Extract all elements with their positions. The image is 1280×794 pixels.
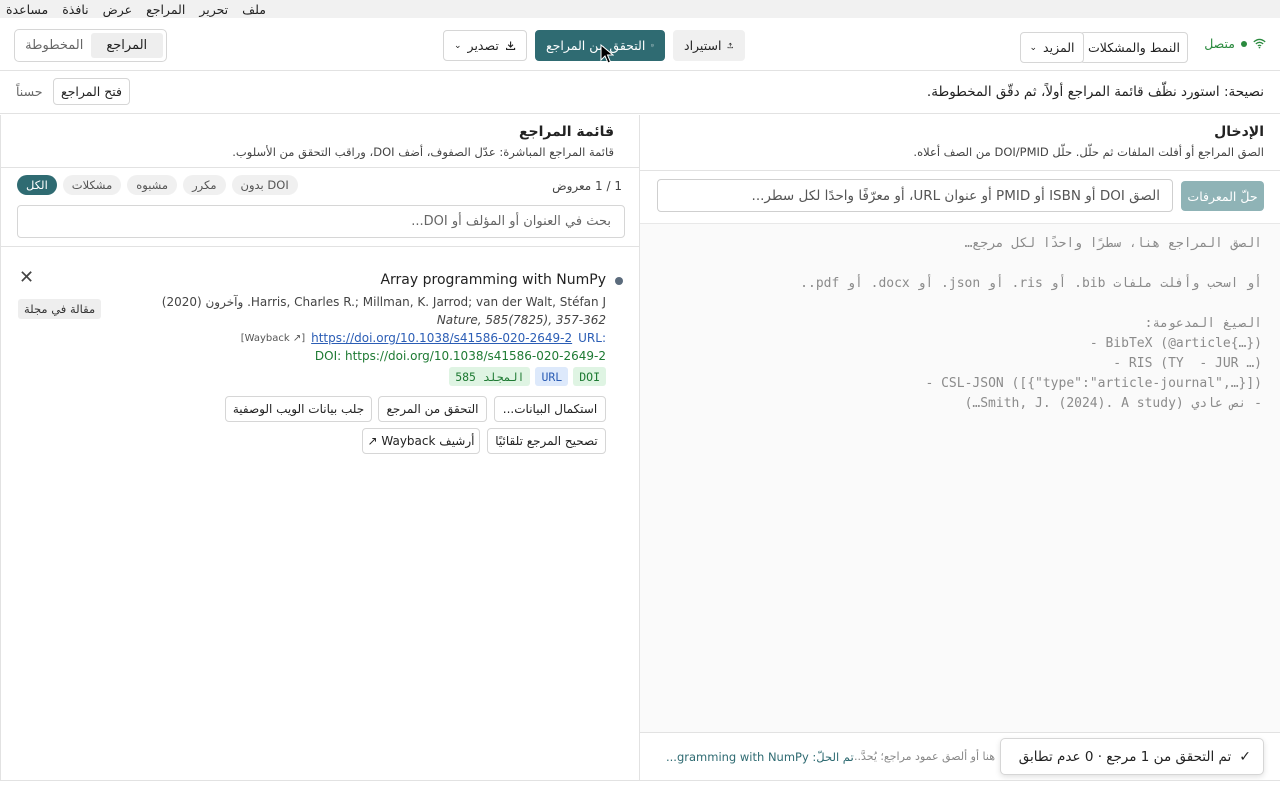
complete-data-button[interactable]: استكمال البيانات... <box>494 396 606 422</box>
references-editor[interactable]: الصق المراجع هنا، سطرًا واحدًا لكل مرجع…… <box>640 223 1280 732</box>
filter-all[interactable]: الكل <box>17 175 57 195</box>
verify-label: التحقق من المراجع <box>546 38 646 53</box>
editor-placeholder-line: - BibTeX (@article{…}) <box>1089 336 1262 351</box>
view-switcher: المراجع المخطوطة <box>14 29 167 62</box>
style-issues-label: النمط والمشكلات <box>1088 40 1180 55</box>
reference-url-row: [Wayback ↗] https://doi.org/10.1038/s415… <box>241 331 606 345</box>
reference-doi: DOI: https://doi.org/10.1038/s41586-020-… <box>314 349 606 363</box>
menu-view[interactable]: عرض <box>103 2 132 17</box>
wifi-icon <box>1253 38 1266 49</box>
menu-window[interactable]: نافذة <box>62 2 88 17</box>
editor-placeholder-line: الصق المراجع هنا، سطرًا واحدًا لكل مرجع… <box>964 236 1262 251</box>
footer-hint: هنا أو ألصق عمود مراجع؛ يُحدَّ... <box>850 750 995 763</box>
divider <box>1 246 639 247</box>
tab-references[interactable]: المراجع <box>90 33 163 58</box>
menu-edit[interactable]: تحرير <box>199 2 228 17</box>
import-label: استيراد <box>684 38 722 53</box>
export-button[interactable]: تصدير ⌄ <box>443 30 527 61</box>
editor-placeholder-line: الصيغ المدعومة: <box>1144 316 1262 331</box>
more-button[interactable]: المزيد ⌄ <box>1020 32 1084 63</box>
connection-status: متصل <box>1204 36 1266 51</box>
reference-url-link[interactable]: https://doi.org/10.1038/s41586-020-2649-… <box>311 331 572 345</box>
divider <box>1 167 639 168</box>
references-panel: قائمة المراجع قائمة المراجع المباشرة: عد… <box>0 115 640 780</box>
status-bar <box>0 780 1280 794</box>
divider <box>640 170 1280 171</box>
upload-icon <box>728 42 734 49</box>
filter-duplicate[interactable]: مكرر <box>183 175 226 195</box>
check-icon: ✓ <box>1239 748 1251 765</box>
filter-no-doi[interactable]: بدون DOI <box>231 175 298 195</box>
export-label: تصدير <box>467 38 499 53</box>
chevron-down-icon: ⌄ <box>454 40 462 51</box>
fetch-web-metadata-button[interactable]: جلب بيانات الويب الوصفية <box>225 396 372 422</box>
volume-tag: المجلد 585 <box>449 367 531 386</box>
footer-resolved-status: تم الحلّ: gramming with NumPy... <box>666 750 854 764</box>
wayback-archive-button[interactable]: أرشيف Wayback ↗ <box>362 428 480 454</box>
menu-file[interactable]: ملف <box>242 2 266 17</box>
shield-check-icon <box>651 44 654 47</box>
input-panel: الإدخال الصق المراجع أو أفلت الملفات ثم … <box>640 115 1280 780</box>
status-dot <box>615 277 623 285</box>
identifier-input[interactable]: الصق DOI أو ISBN أو PMID أو عنوان URL، أ… <box>657 179 1173 212</box>
references-search-input[interactable]: بحث في العنوان أو المؤلف أو DOI... <box>17 205 625 238</box>
open-references-button[interactable]: فتح المراجع <box>53 78 130 105</box>
editor-placeholder-line: - نص عادي (Smith, J. (2024). A study…) <box>964 396 1262 411</box>
input-panel-subtitle: الصق المراجع أو أفلت الملفات ثم حلّل. حل… <box>913 145 1264 159</box>
tip-bar: نصيحة: استورد نظّف قائمة المراجع أولاً، … <box>0 72 1280 114</box>
more-label: المزيد <box>1043 40 1075 55</box>
references-panel-subtitle: قائمة المراجع المباشرة: عدّل الصفوف، أضف… <box>232 145 614 159</box>
dismiss-tip-link[interactable]: حسناً <box>16 84 42 99</box>
shown-count: 1 / 1 معروض <box>552 179 622 193</box>
reference-journal: Nature, 585(7825), 357-362 <box>436 313 606 327</box>
verify-reference-button[interactable]: التحقق من المرجع <box>378 396 487 422</box>
download-icon <box>505 41 515 51</box>
chevron-down-icon: ⌄ <box>1029 42 1038 53</box>
menubar: ملف تحرير المراجع عرض نافذة مساعدة <box>0 0 1280 18</box>
open-references-label: فتح المراجع <box>60 84 123 99</box>
filter-suspicious[interactable]: مشبوه <box>127 175 178 195</box>
mouse-pointer-icon <box>600 44 614 64</box>
auto-fix-reference-button[interactable]: تصحيح المرجع تلقائيًا <box>487 428 606 454</box>
editor-placeholder-line: أو اسحب وأفلت ملفات bib. أو ris. أو json… <box>800 276 1262 291</box>
status-label: متصل <box>1204 36 1235 51</box>
reference-type-badge: مقالة في مجلة <box>18 299 102 319</box>
input-panel-title: الإدخال <box>1214 124 1264 140</box>
verification-toast: ✓ تم التحقق من 1 مرجع · 0 عدم تطابق <box>1000 738 1264 775</box>
filter-chips: الكل مشكلات مشبوه مكرر بدون DOI <box>17 175 298 195</box>
tab-manuscript[interactable]: المخطوطة <box>18 33 91 58</box>
toolbar: متصل النمط والمشكلات المزيد ⌄ استيراد ال… <box>0 18 1280 71</box>
doi-tag: DOI <box>573 367 606 386</box>
wayback-link[interactable]: [Wayback ↗] <box>241 333 305 344</box>
menu-help[interactable]: مساعدة <box>6 2 48 17</box>
reference-tags: DOI URL المجلد 585 <box>449 367 606 386</box>
reference-authors: Harris, Charles R.; Millman, K. Jarrod; … <box>161 295 606 309</box>
reference-title: Array programming with NumPy <box>380 272 606 288</box>
tip-text: نصيحة: استورد نظّف قائمة المراجع أولاً، … <box>926 84 1264 100</box>
import-button[interactable]: استيراد <box>673 30 745 61</box>
toast-message: تم التحقق من 1 مرجع · 0 عدم تطابق <box>1018 748 1232 765</box>
editor-placeholder-line: - CSL-JSON ([{"type":"article-journal",…… <box>925 376 1262 391</box>
resolve-identifiers-button[interactable]: حلّ المعرفات <box>1181 181 1264 211</box>
url-label: URL: <box>578 331 606 345</box>
editor-placeholder-line: - RIS (TY - JUR …) <box>1113 356 1262 371</box>
close-icon[interactable]: ✕ <box>19 267 34 288</box>
filter-issues[interactable]: مشكلات <box>62 175 122 195</box>
style-issues-button[interactable]: النمط والمشكلات <box>1080 32 1188 63</box>
url-tag: URL <box>535 367 569 386</box>
status-dot <box>1241 40 1247 47</box>
menu-references[interactable]: المراجع <box>146 2 185 17</box>
references-panel-title: قائمة المراجع <box>518 124 614 140</box>
